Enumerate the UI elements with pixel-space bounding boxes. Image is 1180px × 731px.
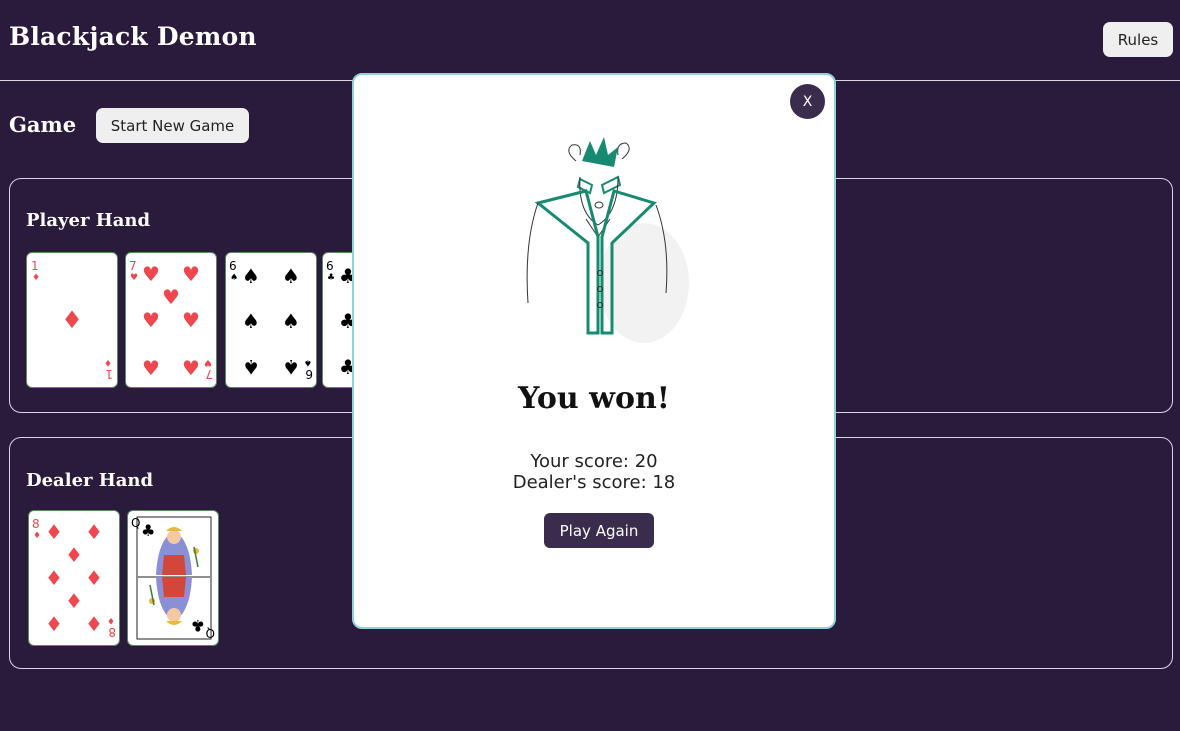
svg-text:Q: Q	[206, 626, 215, 640]
svg-text:♠: ♠	[242, 264, 260, 288]
svg-text:♥: ♥	[142, 262, 160, 286]
svg-text:♦: ♦	[61, 306, 83, 334]
svg-text:♥: ♥	[204, 357, 212, 367]
svg-text:♠: ♠	[242, 309, 260, 333]
svg-text:♦: ♦	[85, 566, 103, 590]
svg-text:♦: ♦	[65, 543, 83, 567]
player-hand-title: Player Hand	[26, 210, 151, 231]
svg-text:♥: ♥	[162, 285, 180, 309]
svg-text:♣: ♣	[191, 616, 205, 635]
dealer-card-queen-clubs: Q ♣ Q ♣	[127, 510, 219, 646]
svg-text:♥: ♥	[182, 262, 200, 286]
app-title: Blackjack Demon	[9, 22, 257, 51]
svg-text:8: 8	[32, 517, 40, 531]
svg-text:♠: ♠	[282, 309, 300, 333]
svg-text:6: 6	[326, 259, 334, 273]
svg-text:♦: ♦	[45, 566, 63, 590]
dealer-card-8-diamonds: 8 ♦ ♦ ♦ ♦ ♦ ♦ ♦ ♦ ♦ 8 ♦	[28, 510, 120, 646]
player-card-6-spades: 6 ♠ ♠ ♠ ♠ ♠ ♠ ♠ 6 ♠	[225, 252, 317, 388]
play-again-button[interactable]: Play Again	[544, 513, 654, 548]
svg-text:♠: ♠	[230, 273, 238, 283]
svg-text:♠: ♠	[304, 357, 312, 367]
svg-text:♦: ♦	[85, 520, 103, 544]
svg-text:♦: ♦	[45, 612, 63, 636]
svg-text:♦: ♦	[85, 612, 103, 636]
player-card-7-hearts: 7 ♥ ♥ ♥ ♥ ♥ ♥ ♥ ♥ 7 ♥	[125, 252, 217, 388]
app-header: Blackjack Demon Rules	[0, 0, 1180, 81]
start-new-game-button[interactable]: Start New Game	[96, 108, 249, 143]
svg-text:7: 7	[205, 367, 213, 381]
game-label: Game	[9, 112, 77, 137]
svg-text:♥: ♥	[182, 356, 200, 380]
svg-text:1: 1	[105, 367, 113, 381]
svg-text:♥: ♥	[182, 308, 200, 332]
svg-text:♦: ♦	[33, 531, 41, 541]
svg-text:♦: ♦	[45, 520, 63, 544]
svg-text:♠: ♠	[282, 355, 300, 379]
svg-text:♣: ♣	[141, 521, 155, 540]
svg-text:♥: ♥	[142, 356, 160, 380]
svg-text:♦: ♦	[32, 273, 40, 283]
player-score: Your score: 20	[530, 451, 658, 472]
svg-text:6: 6	[305, 367, 313, 381]
dealer-hand-title: Dealer Hand	[26, 470, 154, 491]
svg-text:♦: ♦	[65, 589, 83, 613]
svg-text:♣: ♣	[327, 273, 335, 283]
dealer-score: Dealer's score: 18	[512, 472, 676, 493]
svg-text:♥: ♥	[142, 308, 160, 332]
svg-text:♠: ♠	[282, 264, 300, 288]
player-card-1-diamonds: 1 ♦ ♦ 1 ♦	[26, 252, 118, 388]
svg-text:♦: ♦	[107, 615, 115, 625]
rules-button[interactable]: Rules	[1103, 22, 1173, 57]
result-modal: X You won! Your score: 20 Dealer's score…	[352, 73, 836, 629]
close-modal-button[interactable]: X	[790, 84, 825, 119]
result-title: You won!	[518, 381, 670, 416]
svg-text:6: 6	[229, 259, 237, 273]
svg-text:♥: ♥	[130, 273, 138, 283]
svg-text:♠: ♠	[242, 355, 260, 379]
demon-illustration-icon	[494, 133, 694, 353]
svg-text:♦: ♦	[104, 357, 112, 367]
svg-text:7: 7	[129, 259, 137, 273]
svg-text:8: 8	[108, 625, 116, 639]
svg-text:1: 1	[31, 259, 39, 273]
svg-text:Q: Q	[131, 516, 140, 530]
